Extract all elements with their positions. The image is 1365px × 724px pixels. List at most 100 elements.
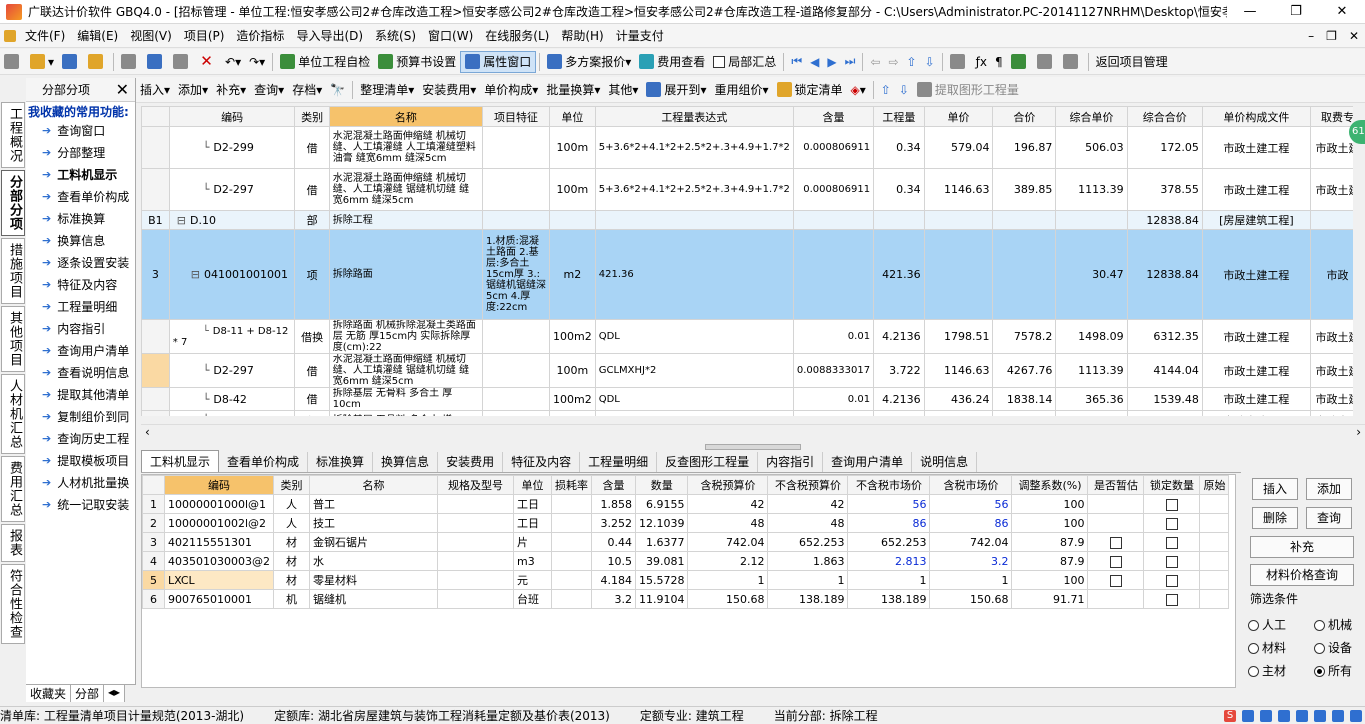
material-price-query-button[interactable]: 材料价格查询 (1250, 564, 1354, 586)
cell-feature[interactable] (481, 210, 551, 230)
keyboard-icon[interactable] (1314, 709, 1326, 722)
cell-adj[interactable]: 100 (1011, 570, 1089, 590)
detail-tab[interactable]: 说明信息 (912, 452, 978, 472)
cell-total[interactable]: 7578.2 (992, 319, 1057, 354)
row-number[interactable]: 3 (142, 532, 165, 552)
favorite-item[interactable]: ➔ 提取模板项目 (26, 449, 135, 471)
menu-help[interactable]: 帮助(H) (555, 27, 609, 44)
cell-comp-total[interactable]: 172.05 (1126, 126, 1203, 169)
cell-qty[interactable]: 15.5728 (634, 570, 689, 590)
radio-main-material[interactable]: 主材 (1248, 662, 1286, 679)
cell-file[interactable]: 市政土建工程 (1201, 387, 1311, 411)
cell-unit[interactable]: 100m2 (549, 410, 596, 416)
checkbox-icon[interactable] (1109, 555, 1122, 568)
tab-favorites[interactable]: 收藏夹 (26, 685, 72, 702)
cell-price[interactable]: 1798.51 (923, 319, 994, 354)
cell-original[interactable] (1199, 494, 1230, 514)
cell-comp-total[interactable]: 841.88 (1126, 410, 1203, 416)
row-number[interactable] (141, 319, 170, 354)
column-header[interactable]: 含量 (792, 106, 875, 127)
mdi-minimize-button[interactable]: – (1302, 29, 1320, 43)
cell-file[interactable]: 市政土建工程 (1201, 319, 1311, 354)
detail-tab[interactable]: 内容指引 (758, 452, 824, 472)
cell-expr[interactable]: 5+3.6*2+4.1*2+2.5*2+.3+4.9+1.7*2 (594, 168, 794, 211)
column-header[interactable]: 单价 (923, 106, 994, 127)
favorite-item[interactable]: ➔ 分部整理 (26, 141, 135, 163)
cell-unit[interactable]: 100m (549, 353, 596, 388)
cell-name[interactable]: 拆除工程 (328, 210, 483, 230)
cell-feature[interactable]: 1.材质:混凝土路面 2.基层:多合土15cm厚 3.:锯缝机锯缝深5cm 4.… (481, 229, 551, 320)
cell-notax-budget[interactable]: 1 (767, 570, 849, 590)
cell-unit[interactable] (549, 210, 596, 230)
cell-price[interactable] (923, 229, 994, 320)
cell-notax-market[interactable]: 652.253 (847, 532, 931, 552)
cell-qty-ratio[interactable] (792, 210, 875, 230)
checkbox-icon[interactable] (1109, 536, 1122, 549)
cell-tax-budget[interactable]: 150.68 (687, 589, 769, 609)
cell-file[interactable]: 市政土建工程 (1201, 353, 1311, 388)
table-row[interactable]: 2 10000001002l@2 人 技工 工日 3.252 12.1039 48 48 86 86… (142, 513, 1230, 533)
move-down-button[interactable]: ⇩ (921, 51, 939, 73)
row-number[interactable] (141, 387, 170, 411)
cell-comp-price[interactable]: 199.8 (1055, 410, 1128, 416)
move-left-button[interactable]: ⇦ (866, 51, 884, 73)
cell-loss[interactable] (550, 532, 592, 552)
cell-type[interactable]: 材 (272, 551, 310, 571)
favorite-item[interactable]: ➔ 换算信息 (26, 229, 135, 251)
table-button[interactable] (1033, 51, 1059, 73)
panel-splitter[interactable] (705, 444, 801, 450)
list-button[interactable] (1059, 51, 1085, 73)
favorite-item[interactable]: ➔ 特征及内容 (26, 273, 135, 295)
cell-code[interactable]: 10000001002l@2 (164, 513, 274, 533)
grid-icon[interactable] (1350, 709, 1362, 722)
table-row[interactable]: └ D8-11 + D8-12 * 7 借换 拆除路面 机械拆除混凝土类路面层 无筋 … (141, 319, 1365, 354)
cell-qty[interactable]: 3.722 (873, 353, 925, 388)
cell-unit[interactable]: 元 (512, 570, 552, 590)
row-number[interactable]: 1 (142, 494, 165, 514)
cell-type[interactable]: 项 (294, 229, 330, 320)
cell-notax-market[interactable]: 56 (847, 494, 931, 514)
cell-qty[interactable]: 12.1039 (634, 513, 689, 533)
table-row[interactable]: └ D2-297 借水泥混凝土路面伸缩缝 机械切缝、人工填灌缝 锯缝机切缝 缝宽6m… (141, 168, 1365, 211)
cell-feature[interactable] (481, 353, 551, 388)
cell-name[interactable]: 水泥混凝土路面伸缩缝 机械切缝、人工填灌缝 人工填灌缝塑料油膏 缝宽6mm 缝深… (328, 126, 483, 169)
favorite-item[interactable]: ➔ 统一记取安装 (26, 493, 135, 515)
row-number[interactable] (141, 353, 170, 388)
column-header[interactable]: 单位 (512, 475, 552, 495)
cell-code[interactable]: └ D2-299 (168, 126, 296, 169)
tab-scroll-arrows[interactable]: ◂▸ (104, 685, 126, 702)
cell-qty-ratio[interactable]: 0.01 (792, 410, 875, 416)
cell-name[interactable]: 拆除路面 (328, 229, 483, 320)
column-header[interactable]: 单位 (549, 106, 596, 127)
cell-unit[interactable]: 100m2 (549, 387, 596, 411)
favorite-item[interactable]: ➔ 查询用户清单 (26, 339, 135, 361)
checkbox-icon[interactable] (1165, 555, 1178, 568)
cell-code[interactable]: 403501030003@2 (164, 551, 274, 571)
add-button[interactable]: 添加 (1306, 478, 1352, 500)
favorite-item[interactable]: ➔ 内容指引 (26, 317, 135, 339)
column-header[interactable]: 工程量表达式 (594, 106, 794, 127)
first-button[interactable]: ⏮ (787, 51, 806, 73)
cell-name[interactable]: 金钢石锯片 (308, 532, 438, 552)
cell-notax-budget[interactable]: 1.863 (767, 551, 849, 571)
cell-loss[interactable] (550, 494, 592, 514)
column-header[interactable]: 不含税市场价 (847, 475, 931, 495)
detail-tab[interactable]: 换算信息 (373, 452, 439, 472)
down-button[interactable]: ⇩ (895, 79, 913, 101)
menu-project[interactable]: 项目(P) (178, 27, 231, 44)
cell-tax-budget[interactable]: 742.04 (687, 532, 769, 552)
menu-view[interactable]: 视图(V) (124, 27, 178, 44)
find-button[interactable]: 🔭 (326, 79, 349, 101)
column-header[interactable]: 类别 (294, 106, 330, 127)
detail-tab[interactable]: 反查图形工程量 (657, 452, 759, 472)
cell-tax-market[interactable]: 742.04 (929, 532, 1013, 552)
cell-total[interactable] (992, 229, 1057, 320)
cell-price[interactable]: 1146.63 (923, 168, 994, 211)
cell-feature[interactable] (481, 319, 551, 354)
cell-unit[interactable]: 100m (549, 126, 596, 169)
column-header[interactable]: 原始 (1199, 475, 1230, 495)
dot-icon[interactable] (1278, 709, 1290, 722)
cell-name[interactable]: 拆除基层 无骨料 多合土 厚10cm (328, 387, 483, 411)
cell-qty[interactable]: 421.36 (873, 229, 925, 320)
cell-type[interactable]: 借换 (294, 319, 330, 354)
